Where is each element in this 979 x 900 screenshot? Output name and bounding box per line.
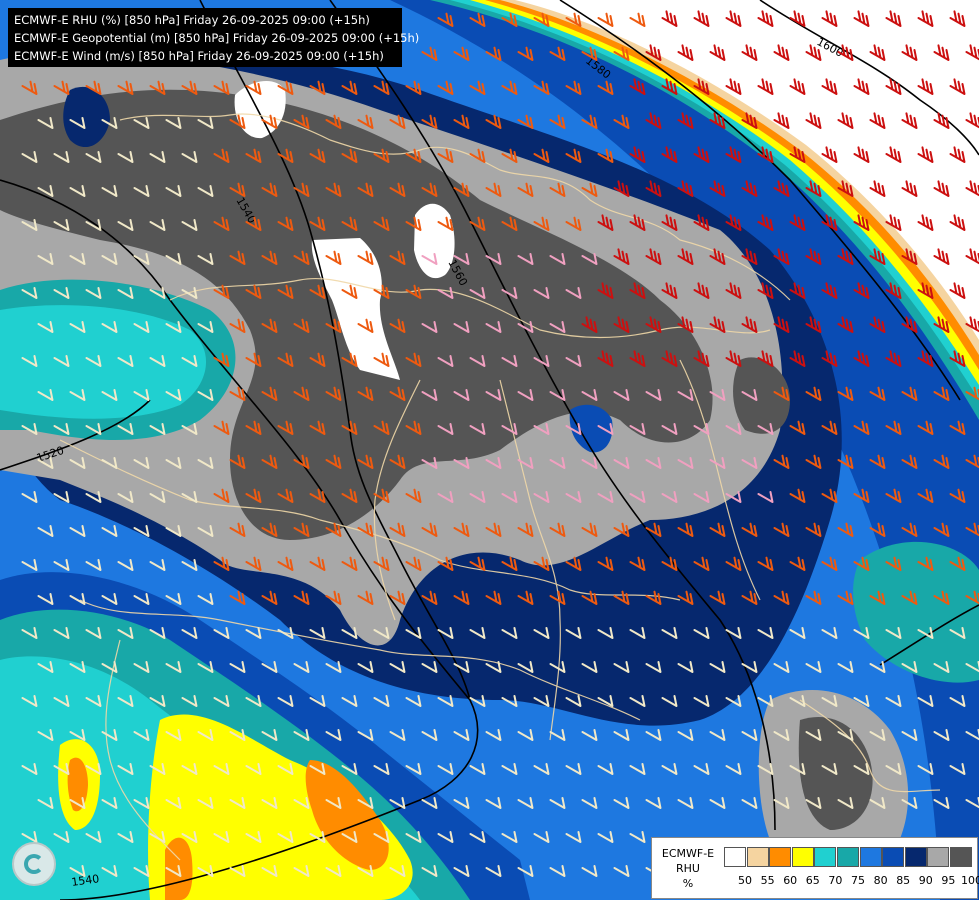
legend-swatch <box>859 847 882 867</box>
legend-tick-label: 55 <box>760 874 775 887</box>
map-header: ECMWF-E RHU (%) [850 hPa] Friday 26-09-2… <box>8 8 420 67</box>
legend-variable: RHU <box>676 862 700 875</box>
legend-tick-label: 100 <box>961 874 979 887</box>
legend-tick-label: 75 <box>851 874 865 887</box>
legend-swatch <box>836 847 859 867</box>
rhu-legend: ECMWF-E RHU % 50 55 60 65 70 75 80 85 90 95 100 <box>651 837 979 899</box>
map-stage: 1520 1540 1560 1580 1600 1540 ECMWF-E RH… <box>0 0 979 900</box>
legend-swatch <box>882 847 905 867</box>
legend-swatch <box>949 847 972 867</box>
legend-swatch <box>814 847 837 867</box>
header-wind-line: ECMWF-E Wind (m/s) [850 hPa] Friday 26-0… <box>14 49 384 63</box>
legend-tick-label: 80 <box>873 874 888 887</box>
header-rhu-line: ECMWF-E RHU (%) [850 hPa] Friday 26-09-2… <box>14 13 370 27</box>
legend-tick-label: 95 <box>941 874 956 887</box>
legend-ticks: 50 55 60 65 70 75 80 85 90 95 100 <box>724 874 979 888</box>
ecmwf-logo-icon <box>12 842 56 886</box>
legend-swatch <box>769 847 792 867</box>
legend-swatch <box>791 847 814 867</box>
legend-tick-label: 50 <box>738 874 752 887</box>
legend-model: ECMWF-E <box>661 847 715 860</box>
legend-swatch <box>927 847 950 867</box>
legend-title: ECMWF-E RHU % <box>656 846 720 891</box>
legend-swatches <box>724 847 973 867</box>
legend-tick-label: 85 <box>896 874 911 887</box>
rhu-map: 1520 1540 1560 1580 1600 1540 <box>0 0 979 900</box>
legend-tick-label: 60 <box>783 874 798 887</box>
header-geopotential-line: ECMWF-E Geopotential (m) [850 hPa] Frida… <box>14 31 420 45</box>
legend-tick-label: 65 <box>805 874 820 887</box>
legend-tick-label: 70 <box>828 874 843 887</box>
legend-swatch <box>724 847 746 867</box>
legend-swatch <box>746 847 769 867</box>
legend-tick-label: 90 <box>918 874 933 887</box>
legend-unit: % <box>682 877 694 890</box>
legend-swatch <box>904 847 927 867</box>
